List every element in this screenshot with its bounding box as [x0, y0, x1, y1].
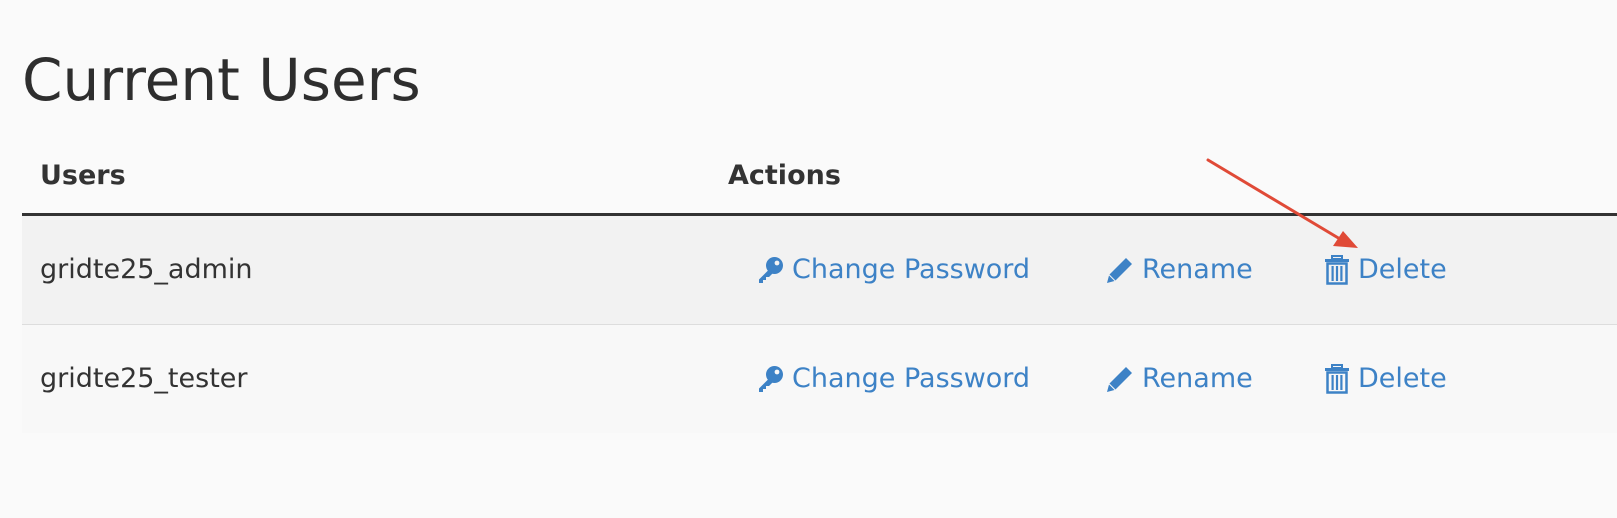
table-header: Users Actions [22, 140, 1617, 216]
username-cell: gridte25_admin [40, 254, 253, 285]
change-password-label: Change Password [792, 363, 1031, 394]
delete-label: Delete [1358, 363, 1447, 394]
pencil-icon [1104, 254, 1136, 286]
rename-link[interactable]: Rename [1104, 359, 1253, 399]
pencil-icon [1104, 363, 1136, 395]
change-password-link[interactable]: Change Password [754, 359, 1030, 399]
trash-icon [1322, 363, 1352, 395]
users-column-header: Users [40, 160, 126, 191]
delete-label: Delete [1358, 254, 1447, 285]
actions-column-header: Actions [728, 160, 841, 191]
table-row: gridte25_tester Change Password Rename D… [22, 325, 1617, 433]
key-icon [754, 363, 786, 395]
page-title: Current Users [22, 46, 421, 114]
delete-link[interactable]: Delete [1322, 250, 1447, 290]
username-cell: gridte25_tester [40, 363, 248, 394]
trash-icon [1322, 254, 1352, 286]
table-row: gridte25_admin Change Password Rename De… [22, 216, 1617, 325]
rename-label: Rename [1142, 363, 1253, 394]
rename-link[interactable]: Rename [1104, 250, 1253, 290]
key-icon [754, 254, 786, 286]
delete-link[interactable]: Delete [1322, 359, 1447, 399]
change-password-link[interactable]: Change Password [754, 250, 1030, 290]
rename-label: Rename [1142, 254, 1253, 285]
change-password-label: Change Password [792, 254, 1031, 285]
users-table: Users Actions gridte25_admin Change Pass… [22, 140, 1617, 433]
